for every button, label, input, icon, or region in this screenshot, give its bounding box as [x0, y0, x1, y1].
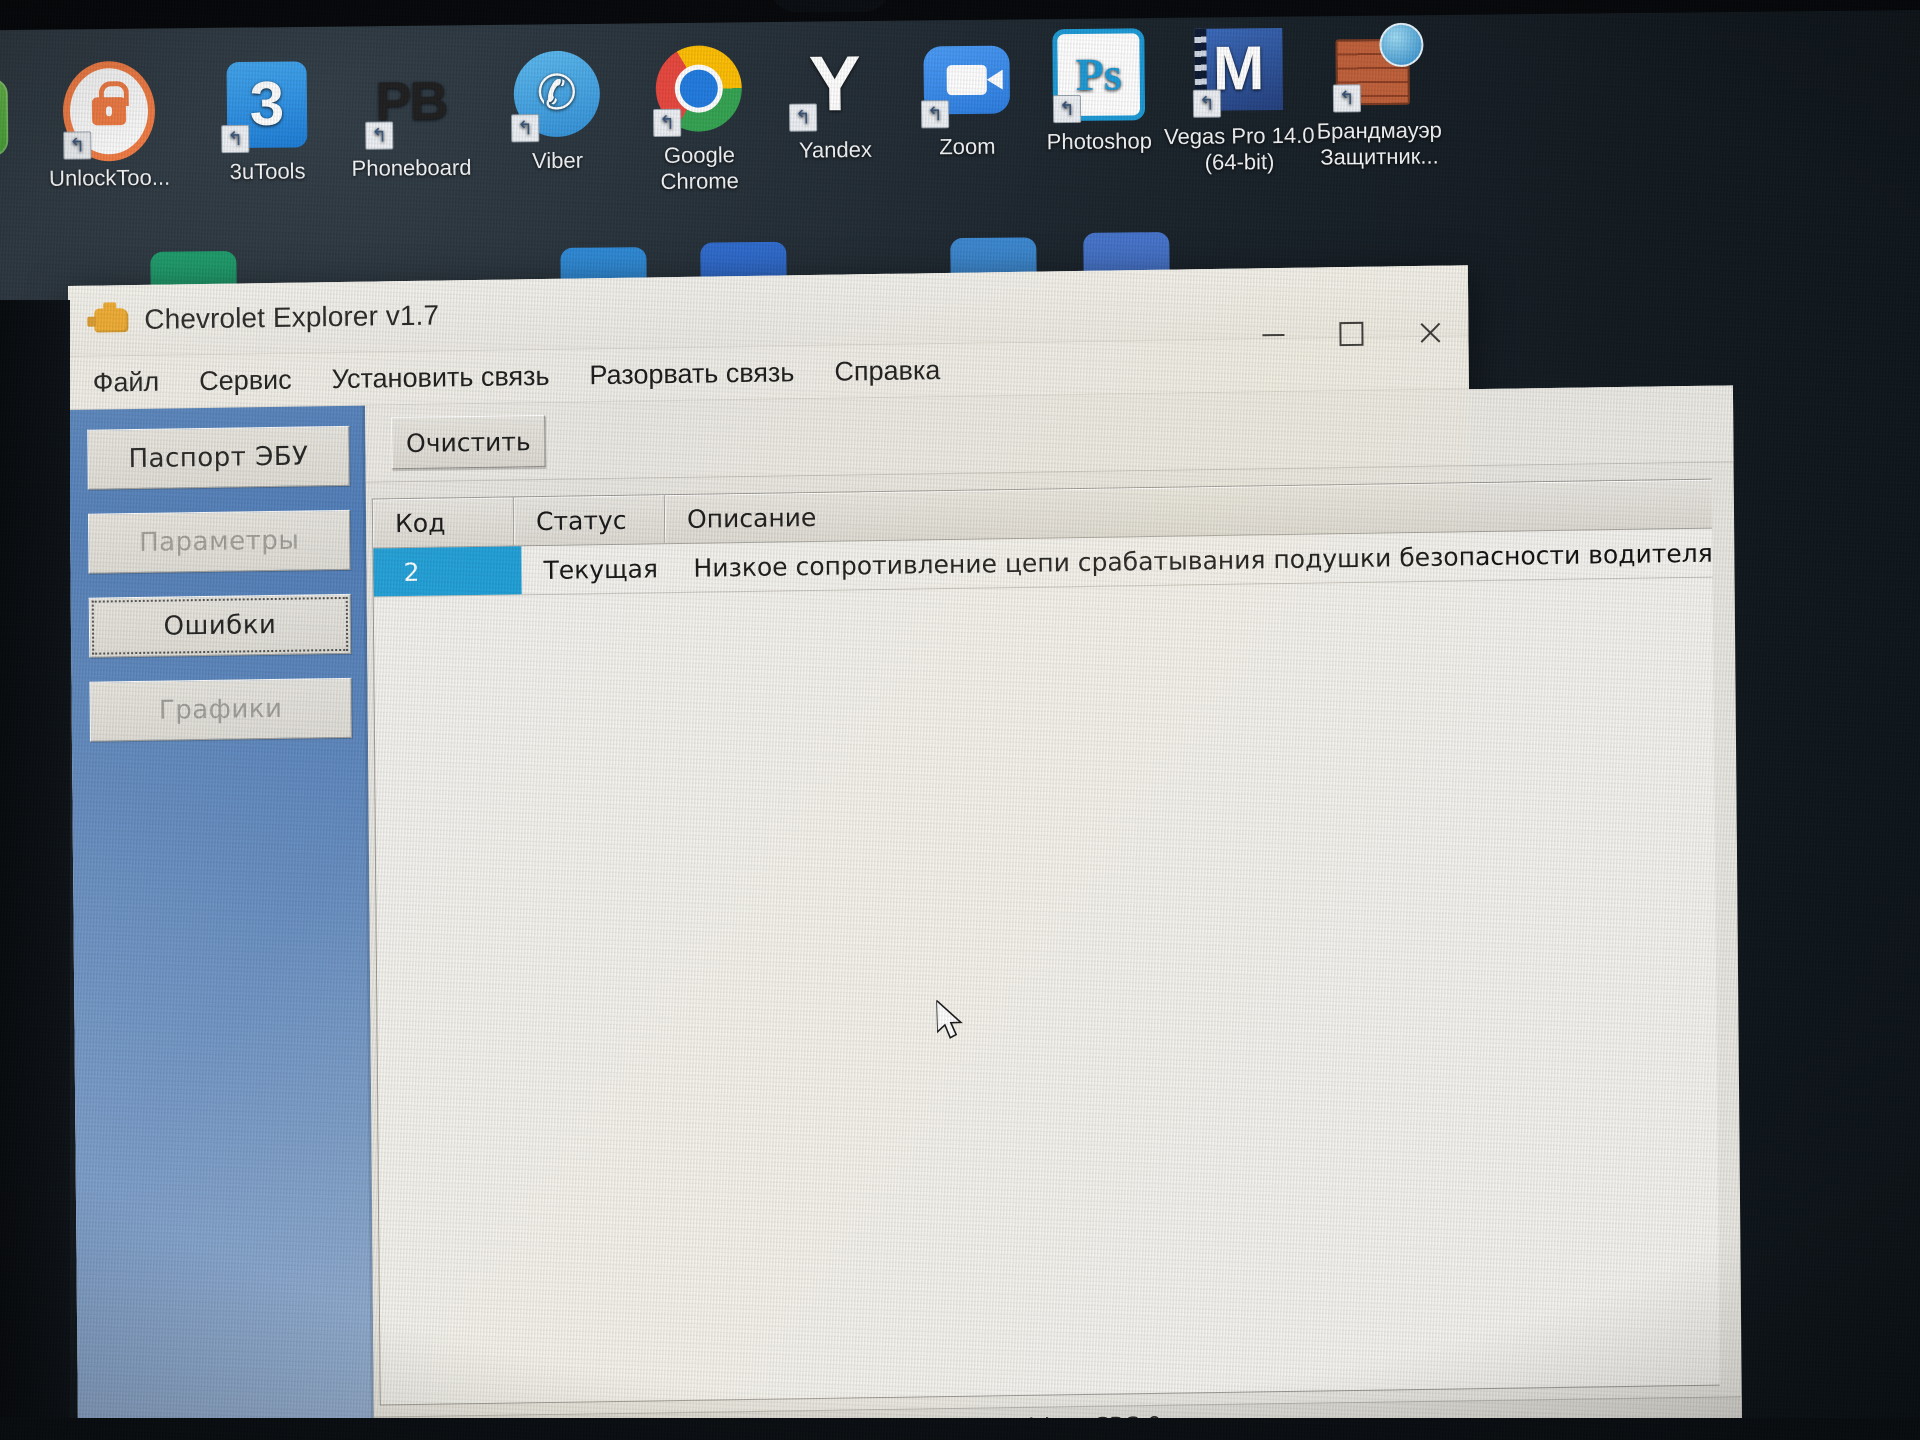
screen-edge-left: [0, 300, 70, 1440]
shortcut-arrow-icon: ↰: [1332, 84, 1362, 113]
desktop-icon-phoneboard[interactable]: PB ↰ Phoneboard: [335, 55, 486, 182]
column-header-code[interactable]: Код: [372, 497, 515, 548]
close-button[interactable]: [1390, 303, 1468, 362]
desktop-icon-label: Брандмауэр Защитник...: [1316, 117, 1442, 170]
vegas-pro-icon: M ↰: [1192, 23, 1285, 118]
phoneboard-icon: PB ↰: [364, 55, 457, 150]
chevrolet-explorer-window[interactable]: Chevrolet Explorer v1.7 Файл Сервис Уста…: [68, 265, 1743, 1440]
vpn-icon: ↰: [0, 71, 15, 164]
shortcut-arrow-icon: ↰: [653, 108, 682, 138]
menu-item-connect[interactable]: Установить связь: [332, 356, 568, 398]
desktop-icon-label: Viber: [531, 147, 584, 174]
shortcut-arrow-icon: ↰: [511, 114, 540, 143]
menu-item-disconnect[interactable]: Разорвать связь: [589, 352, 812, 394]
desktop-icon-label: Yandex: [798, 136, 873, 163]
photoshop-icon: Ps ↰: [1052, 28, 1146, 124]
desktop-icon-label: 3uTools: [229, 158, 306, 185]
shortcut-arrow-icon: ↰: [63, 131, 92, 160]
menu-item-file[interactable]: Файл: [93, 362, 178, 402]
shortcut-arrow-icon: ↰: [221, 124, 250, 154]
desktop-icon-photoshop[interactable]: Ps ↰ Photoshop: [1023, 28, 1174, 155]
desktop-icon-unlocktool[interactable]: ↰ UnlockToo...: [34, 60, 185, 192]
nav-button-label: Графики: [158, 693, 283, 726]
shortcut-arrow-icon: ↰: [365, 121, 394, 150]
clear-button-label: Очистить: [405, 426, 531, 458]
content-panel: Очистить Код Статус Описание 2 Текущая Н…: [365, 385, 1743, 1440]
close-icon: [1417, 321, 1441, 345]
desktop-icon-google-chrome[interactable]: ↰ Google Chrome: [623, 42, 774, 195]
screen-edge-bottom: [0, 1418, 1920, 1440]
zoom-icon: ↰: [920, 34, 1013, 129]
window-controls[interactable]: [1234, 303, 1468, 364]
desktop-icon-label: Phoneboard: [351, 154, 472, 181]
nav-button-parameters[interactable]: Параметры: [87, 509, 351, 574]
nav-button-graphs[interactable]: Графики: [89, 677, 352, 742]
photographed-screen: ↰ VPN ↰ UnlockToo... 3 ↰ 3uTools PB ↰ Ph…: [0, 0, 1920, 1440]
cell-status[interactable]: Текущая: [521, 544, 671, 594]
maximize-button[interactable]: [1312, 304, 1390, 363]
shortcut-arrow-icon: ↰: [788, 103, 818, 132]
error-codes-table[interactable]: Код Статус Описание 2 Текущая Низкое соп…: [371, 478, 1720, 1406]
nav-button-ecu-passport[interactable]: Паспорт ЭБУ: [87, 425, 350, 490]
minimize-button[interactable]: [1234, 306, 1312, 365]
nav-button-label: Ошибки: [163, 609, 277, 642]
column-header-status[interactable]: Статус: [513, 495, 666, 546]
google-chrome-icon: ↰: [652, 42, 745, 138]
desktop-icon-label: Zoom: [939, 133, 996, 160]
shortcut-arrow-icon: ↰: [1052, 94, 1082, 124]
viber-icon: ✆ ↰: [510, 47, 603, 143]
windows-firewall-icon: ↰: [1332, 18, 1425, 113]
desktop-icon-3utools[interactable]: 3 ↰ 3uTools: [192, 58, 343, 185]
clear-button[interactable]: Очистить: [391, 414, 546, 470]
minimize-icon: [1262, 333, 1285, 337]
window-body: Паспорт ЭБУ Параметры Ошибки Графики Очи…: [69, 385, 1743, 1440]
left-nav-panel: Паспорт ЭБУ Параметры Ошибки Графики: [69, 405, 375, 1440]
desktop-icon-label: Photoshop: [1046, 128, 1153, 155]
desktop-icon-windows-firewall[interactable]: ↰ Брандмауэр Защитник...: [1293, 17, 1464, 171]
menu-item-help[interactable]: Справка: [834, 350, 958, 391]
shortcut-arrow-icon: ↰: [920, 100, 950, 129]
engine-check-icon: [94, 308, 129, 333]
nav-button-label: Паспорт ЭБУ: [128, 441, 309, 475]
desktop-icon-yandex[interactable]: Y ↰ Yandex: [759, 37, 910, 164]
unlocktool-icon: ↰: [62, 60, 156, 162]
window-title: Chevrolet Explorer v1.7: [144, 299, 440, 335]
desktop-icon-viber[interactable]: ✆ ↰ Viber: [481, 47, 632, 174]
menu-item-service[interactable]: Сервис: [199, 360, 310, 401]
monitor-bezel-notch: [770, 0, 890, 12]
desktop-icon-label: UnlockToo...: [48, 164, 171, 191]
maximize-icon: [1339, 321, 1364, 347]
desktop-icon-zoom[interactable]: ↰ Zoom: [891, 33, 1042, 160]
3utools-icon: 3 ↰: [221, 58, 314, 154]
nav-button-label: Параметры: [139, 525, 300, 558]
nav-button-errors[interactable]: Ошибки: [88, 593, 352, 658]
desktop-icon-label: Google Chrome: [660, 142, 739, 194]
yandex-icon: Y ↰: [788, 37, 881, 132]
shortcut-arrow-icon: ↰: [1192, 89, 1222, 118]
cell-code[interactable]: 2: [373, 546, 522, 597]
